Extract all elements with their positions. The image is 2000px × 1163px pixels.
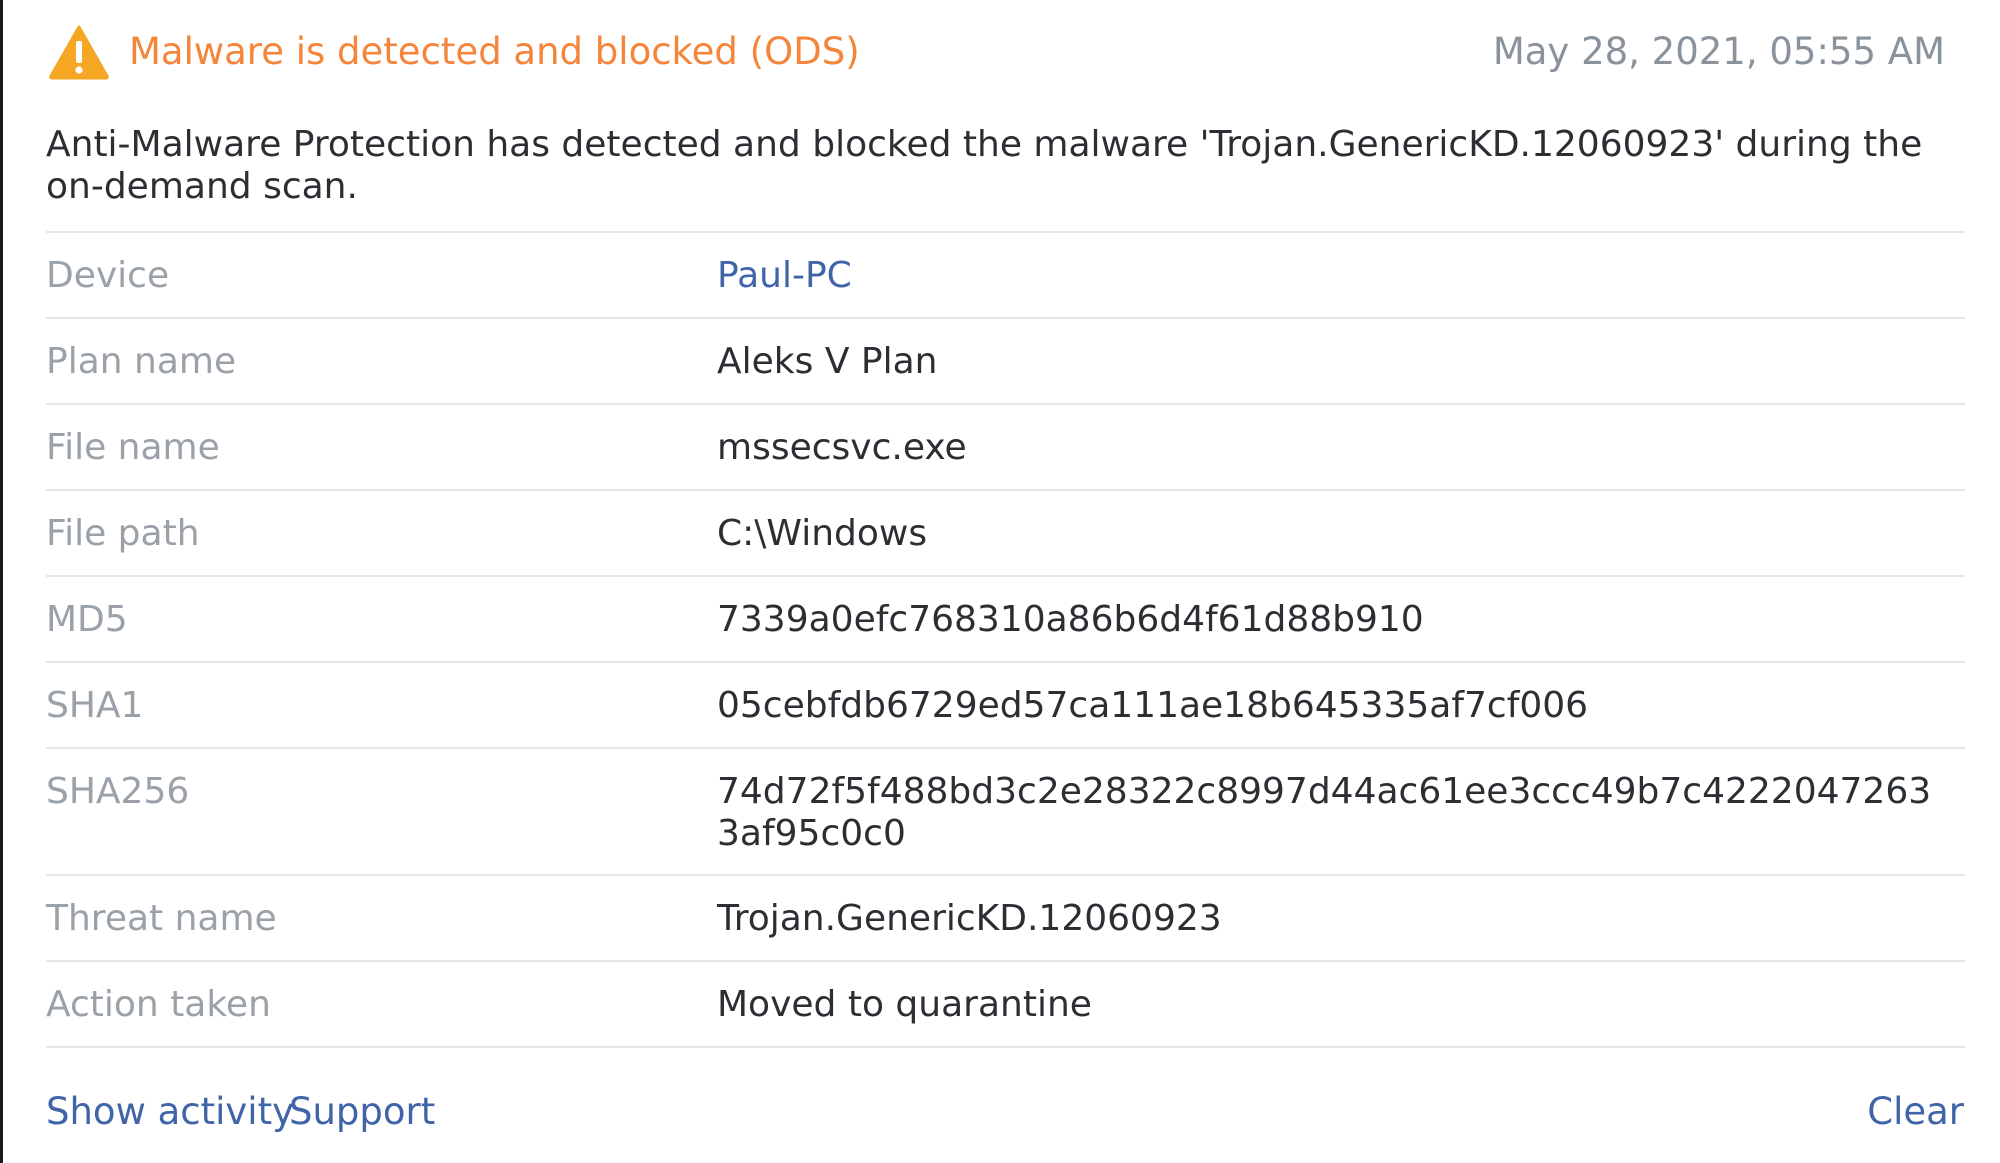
detail-row-threat-name: Threat name Trojan.GenericKD.12060923 bbox=[46, 876, 1965, 962]
alert-card: Malware is detected and blocked (ODS) Ma… bbox=[3, 0, 2000, 1163]
detail-row-device: Device Paul-PC bbox=[46, 233, 1965, 319]
detail-value: C:\Windows bbox=[717, 513, 928, 554]
detail-label: SHA1 bbox=[46, 685, 144, 726]
detail-label: Threat name bbox=[46, 898, 277, 939]
detail-label: File path bbox=[46, 513, 200, 554]
detail-label: Action taken bbox=[46, 984, 271, 1025]
alert-header: Malware is detected and blocked (ODS) Ma… bbox=[3, 24, 2000, 84]
detail-value: mssecsvc.exe bbox=[717, 427, 967, 468]
detail-row-file-name: File name mssecsvc.exe bbox=[46, 405, 1965, 491]
alert-title: Malware is detected and blocked (ODS) bbox=[129, 30, 860, 73]
detail-value: Moved to quarantine bbox=[717, 984, 1092, 1025]
alert-footer: Show activity Support Clear bbox=[46, 1090, 1964, 1138]
detail-label: Plan name bbox=[46, 341, 237, 382]
alert-timestamp: May 28, 2021, 05:55 AM bbox=[1492, 30, 1945, 73]
detail-value: Aleks V Plan bbox=[717, 341, 938, 382]
device-link[interactable]: Paul-PC bbox=[717, 255, 1965, 299]
show-activity-link[interactable]: Show activity bbox=[46, 1090, 294, 1134]
detail-label: Device bbox=[46, 255, 170, 296]
detail-value: 74d72f5f488bd3c2e28322c8997d44ac61ee3ccc… bbox=[717, 771, 1932, 854]
support-link[interactable]: Support bbox=[289, 1090, 435, 1134]
detail-label: MD5 bbox=[46, 599, 128, 640]
details-table: Device Paul-PC Plan name Aleks V Plan Fi… bbox=[46, 231, 1965, 1048]
detail-row-plan-name: Plan name Aleks V Plan bbox=[46, 319, 1965, 405]
detail-row-md5: MD5 7339a0efc768310a86b6d4f61d88b910 bbox=[46, 577, 1965, 663]
detail-row-action-taken: Action taken Moved to quarantine bbox=[46, 962, 1965, 1048]
detail-value: 7339a0efc768310a86b6d4f61d88b910 bbox=[717, 599, 1424, 640]
clear-link[interactable]: Clear bbox=[1867, 1090, 1964, 1134]
detail-row-file-path: File path C:\Windows bbox=[46, 491, 1965, 577]
detail-value: 05cebfdb6729ed57ca111ae18b645335af7cf006 bbox=[717, 685, 1589, 726]
alert-description: Anti-Malware Protection has detected and… bbox=[46, 124, 1923, 207]
detail-row-sha256: SHA256 74d72f5f488bd3c2e28322c8997d44ac6… bbox=[46, 749, 1965, 876]
detail-row-sha1: SHA1 05cebfdb6729ed57ca111ae18b645335af7… bbox=[46, 663, 1965, 749]
detail-label: File name bbox=[46, 427, 220, 468]
warning-triangle-icon bbox=[49, 25, 109, 80]
detail-value: Trojan.GenericKD.12060923 bbox=[717, 898, 1222, 939]
detail-label: SHA256 bbox=[46, 771, 190, 812]
